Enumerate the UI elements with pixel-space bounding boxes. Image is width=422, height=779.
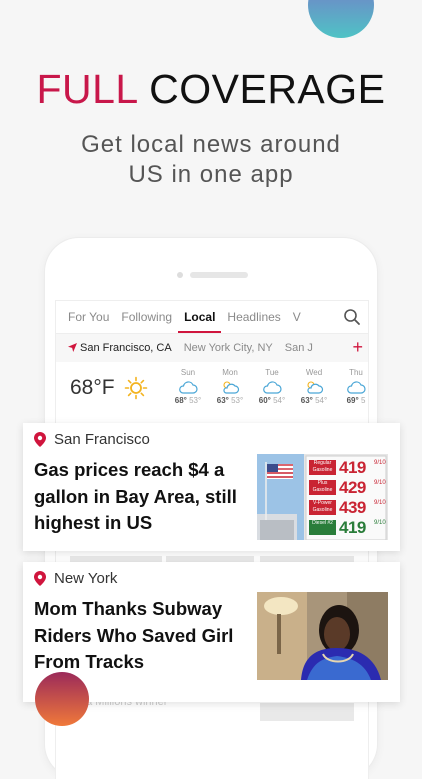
forecast-low: 53°: [231, 396, 244, 405]
add-city-icon[interactable]: +: [348, 337, 363, 357]
forecast-high: 69°: [346, 396, 359, 405]
city-tab-new-york[interactable]: New York City, NY: [178, 342, 279, 354]
forecast-low: 54°: [273, 396, 286, 405]
gas-sign-row: V-Power Gasoline 439 9/10: [308, 498, 386, 518]
gas-grade-label: Regular Gasoline: [309, 460, 336, 475]
gas-price-fraction: 9/10: [374, 500, 386, 506]
forecast-day-name: Tue: [265, 368, 279, 377]
forecast-day: Wed 63° 54°: [294, 368, 334, 405]
forecast-high: 60°: [258, 396, 271, 405]
card-headline[interactable]: Gas prices reach $4 a gallon in Bay Area…: [34, 457, 256, 537]
forecast-high: 63°: [216, 396, 229, 405]
cloud-icon: [179, 381, 198, 394]
phone-speaker: [190, 272, 248, 278]
headline-accent: FULL: [36, 66, 138, 112]
gas-sign-row: Regular Gasoline 419 9/10: [308, 458, 386, 478]
forecast-day-name: Mon: [222, 368, 238, 377]
gas-grade-label: Plus Gasoline: [309, 480, 336, 495]
tab-for-you[interactable]: For You: [62, 301, 115, 333]
location-arrow-icon: [68, 343, 77, 352]
forecast-day: Thu 69° 5: [336, 368, 368, 405]
forecast-day: Sun 68° 53°: [168, 368, 208, 405]
weather-widget[interactable]: 68°F Sun 68° 53° Mon 63° 53° Tue 60° 54°…: [56, 362, 368, 414]
tab-bar: For You Following Local Headlines V: [56, 301, 368, 334]
tab-following[interactable]: Following: [115, 301, 178, 333]
cloud-icon: [347, 381, 366, 394]
gas-price-value: 419: [339, 458, 366, 477]
headline-rest: COVERAGE: [149, 66, 386, 112]
gas-sign-row: Plus Gasoline 429 9/10: [308, 478, 386, 498]
decor-circle-top: [308, 0, 374, 38]
forecast-low: 5: [360, 396, 366, 405]
gas-price-sign: Regular Gasoline 419 9/10 Plus Gasoline …: [308, 458, 386, 538]
partly-cloudy-icon: [223, 381, 240, 394]
sun-icon: [124, 376, 148, 405]
location-pin-icon: [34, 571, 46, 586]
partly-cloudy-icon: [307, 381, 324, 394]
forecast-high: 63°: [300, 396, 313, 405]
location-pin-icon: [34, 432, 46, 447]
card-location-label: New York: [54, 570, 118, 587]
promo-subtitle: Get local news around US in one app: [0, 130, 422, 190]
card-location: San Francisco: [34, 431, 150, 448]
subtitle-line-1: Get local news around: [81, 131, 341, 158]
forecast-low: 54°: [315, 396, 328, 405]
card-location: New York: [34, 570, 117, 587]
gas-grade-label: V-Power Gasoline: [309, 500, 336, 515]
gas-price-fraction: 9/10: [374, 480, 386, 486]
forecast-high: 68°: [174, 396, 187, 405]
gas-price-fraction: 9/10: [374, 460, 386, 466]
promo-headline: FULL COVERAGE: [0, 66, 422, 113]
mother-interview-thumbnail: [257, 592, 388, 680]
gas-price-thumbnail: Regular Gasoline 419 9/10 Plus Gasoline …: [257, 454, 388, 540]
tab-local[interactable]: Local: [178, 301, 222, 333]
placeholder-image: [260, 703, 354, 721]
forecast-day-name: Sun: [180, 368, 196, 377]
gas-price-fraction: 9/10: [374, 520, 386, 526]
gas-price-value: 419: [339, 518, 366, 537]
gas-sign-row: Diesel #2 419 9/10: [308, 518, 386, 538]
gas-price-value: 429: [339, 478, 366, 497]
search-icon[interactable]: [342, 307, 362, 327]
forecast-day-name: Thu: [349, 368, 363, 377]
city-tab-san-francisco[interactable]: San Francisco, CA: [62, 342, 178, 354]
city-tab-san-jose[interactable]: San J: [279, 342, 319, 354]
cloud-icon: [263, 381, 282, 394]
forecast-low: 53°: [189, 396, 202, 405]
phone-camera: [177, 272, 183, 278]
tab-more[interactable]: V: [287, 301, 307, 333]
gas-price-value: 439: [339, 498, 366, 517]
news-card[interactable]: San Francisco Gas prices reach $4 a gall…: [23, 423, 400, 551]
city-bar: San Francisco, CA New York City, NY San …: [56, 334, 368, 362]
city-label: San Francisco, CA: [80, 342, 172, 354]
forecast-day-name: Wed: [305, 368, 323, 377]
tab-headlines[interactable]: Headlines: [221, 301, 286, 333]
forecast-day: Mon 63° 53°: [210, 368, 250, 405]
card-headline[interactable]: Mom Thanks Subway Riders Who Saved Girl …: [34, 596, 256, 676]
card-location-label: San Francisco: [54, 431, 150, 448]
forecast-day: Tue 60° 54°: [252, 368, 292, 405]
gas-grade-label: Diesel #2: [309, 520, 336, 535]
current-temperature: 68°F: [70, 376, 115, 399]
decor-circle-bottom: [35, 672, 89, 726]
subtitle-line-2: US in one app: [128, 161, 294, 188]
